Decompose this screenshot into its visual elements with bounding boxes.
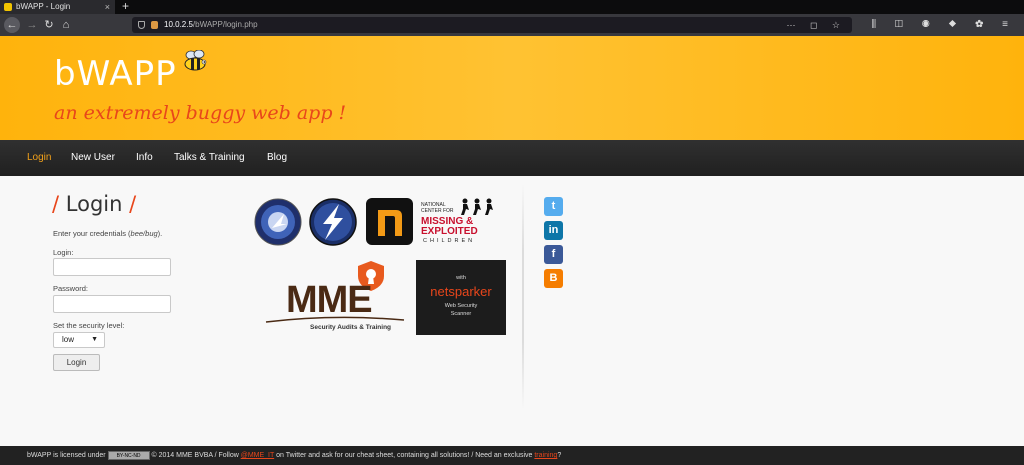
menu-item-login[interactable]: Login xyxy=(27,140,51,176)
site-header: bWAPP an extremely buggy web app ! xyxy=(0,36,1024,140)
home-icon[interactable]: ⌂ xyxy=(58,17,74,33)
site-tagline: an extremely buggy web app ! xyxy=(54,102,347,124)
menu-item-info[interactable]: Info xyxy=(136,140,153,176)
site-footer: bWAPP is licensed under BY-NC-ND © 2014 … xyxy=(0,446,1024,465)
mme-logo[interactable]: MME Security Audits & Training xyxy=(264,260,406,338)
cc-license-badge[interactable]: BY-NC-ND xyxy=(107,450,150,460)
menu-item-new-user[interactable]: New User xyxy=(71,140,115,176)
chevron-down-icon: ▼ xyxy=(91,336,98,343)
footer-twitter-link[interactable]: @MME_IT xyxy=(241,452,274,459)
ncmec-logo[interactable]: NATIONAL CENTER FOR MISSING & EXPLOITED … xyxy=(421,198,501,246)
browser-tab-bar: bWAPP - Login × + xyxy=(0,0,1024,14)
owasp-logo-icon[interactable] xyxy=(254,198,302,246)
credentials-hint: Enter your credentials (bee/bug). xyxy=(53,229,163,238)
bee-favicon-icon xyxy=(4,3,12,11)
main-content: / Login / Enter your credentials (bee/bu… xyxy=(0,176,1024,446)
browser-nav-bar: ← → ↻ ⌂ 10.0.2.5/bWAPP/login.php ⋯ ◻ ☆ ⫼… xyxy=(0,14,1024,36)
footer-copyright: © 2014 MME BVBA / Follow xyxy=(151,452,239,459)
close-tab-icon[interactable]: × xyxy=(105,0,110,14)
tab-title: bWAPP - Login xyxy=(16,2,71,11)
mme-swoosh xyxy=(265,316,405,323)
shield-icon[interactable] xyxy=(138,21,145,29)
blogger-icon[interactable]: B xyxy=(544,269,563,288)
new-tab-button[interactable]: + xyxy=(122,0,129,13)
insecure-lock-icon[interactable] xyxy=(151,21,158,29)
zap-logo-icon[interactable] xyxy=(309,198,357,246)
login-input[interactable] xyxy=(53,258,171,276)
page-title: / Login / xyxy=(52,192,137,216)
nmap-logo-icon[interactable] xyxy=(366,198,413,245)
password-input[interactable] xyxy=(53,295,171,313)
content-divider xyxy=(522,184,524,410)
main-menu: Login New User Info Talks & Training Blo… xyxy=(0,140,1024,176)
password-label: Password: xyxy=(53,284,89,293)
url-host: 10.0.2.5 xyxy=(164,20,193,29)
footer-cheatsheet-text: on Twitter and ask for our cheat sheet, … xyxy=(276,452,533,459)
footer-training-link[interactable]: training xyxy=(534,452,557,459)
running-children-icon xyxy=(461,198,493,215)
facebook-icon[interactable]: f xyxy=(544,245,563,264)
toolbar-icons[interactable]: ⫼ ◫ ◉ ◆ ✿ ≡ xyxy=(872,17,1016,33)
footer-license-text: bWAPP is licensed under xyxy=(27,452,106,459)
forward-arrow-icon[interactable]: → xyxy=(24,17,40,33)
browser-tab[interactable]: bWAPP - Login × xyxy=(0,0,115,14)
login-button[interactable]: Login xyxy=(53,354,100,371)
back-arrow-icon[interactable]: ← xyxy=(4,17,20,33)
twitter-icon[interactable]: t xyxy=(544,197,563,216)
menu-item-talks-training[interactable]: Talks & Training xyxy=(174,140,245,176)
reload-icon[interactable]: ↻ xyxy=(41,17,57,33)
menu-item-blog[interactable]: Blog xyxy=(267,140,287,176)
linkedin-icon[interactable]: in xyxy=(544,221,563,240)
url-action-icons[interactable]: ⋯ ◻ ☆ xyxy=(786,17,846,33)
login-label: Login: xyxy=(53,248,74,257)
netsparker-logo[interactable]: with netsparker Web Security Scanner xyxy=(416,260,506,335)
security-level-label: Set the security level: xyxy=(53,321,125,330)
bee-icon xyxy=(184,50,207,71)
url-bar[interactable]: 10.0.2.5/bWAPP/login.php ⋯ ◻ ☆ xyxy=(132,17,852,33)
security-level-select[interactable]: low ▼ xyxy=(53,332,105,348)
site-logo[interactable]: bWAPP xyxy=(54,54,177,94)
url-path: /bWAPP/login.php xyxy=(192,20,258,29)
